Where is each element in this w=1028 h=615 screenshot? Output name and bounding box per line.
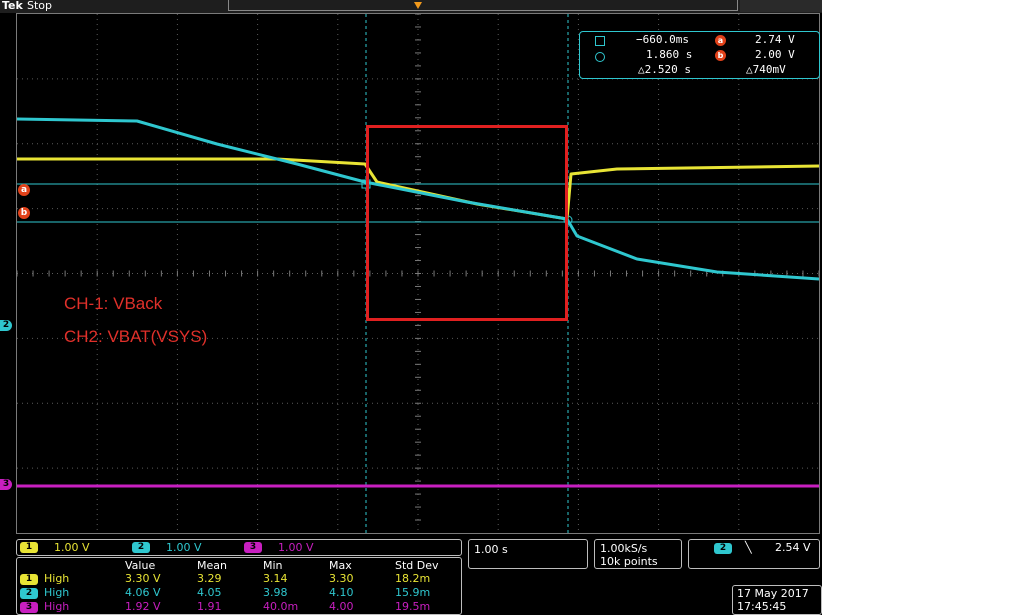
timebase-panel[interactable]: 1.00 s bbox=[468, 539, 588, 569]
cursor-a-time: −660.0ms bbox=[636, 33, 689, 46]
meas-mean: 4.05 bbox=[197, 586, 222, 599]
meas-stddev: 15.9m bbox=[395, 586, 431, 599]
brand-label: Tek bbox=[2, 0, 23, 12]
meas-value: 1.92 V bbox=[125, 600, 161, 613]
record-length: 10k points bbox=[600, 555, 658, 568]
ch2-scale[interactable]: 1.00 V bbox=[166, 541, 202, 554]
measurements-table: Value Mean Min Max Std Dev 1 High 3.30 V… bbox=[16, 557, 462, 615]
cursor-b-badge: b bbox=[715, 50, 726, 61]
meas-value: 4.06 V bbox=[125, 586, 161, 599]
meas-min: 3.14 bbox=[263, 572, 288, 585]
trigger-panel[interactable]: 2 ╲ 2.54 V bbox=[688, 539, 820, 569]
date-label: 17 May 2017 bbox=[737, 587, 809, 600]
cursor-b-time: 1.860 s bbox=[646, 48, 693, 61]
meas-max: 4.00 bbox=[329, 600, 354, 613]
meas-header-max: Max bbox=[329, 559, 352, 572]
datetime-panel: 17 May 2017 17:45:45 bbox=[732, 585, 822, 615]
meas-min: 40.0m bbox=[263, 600, 299, 613]
top-status-bar: Tek Stop bbox=[0, 0, 822, 13]
time-label: 17:45:45 bbox=[737, 600, 787, 613]
cursor-b-circle-icon bbox=[595, 52, 605, 62]
meas-row-badge: 3 bbox=[20, 602, 38, 613]
meas-header-stddev: Std Dev bbox=[395, 559, 439, 572]
meas-mean: 3.29 bbox=[197, 572, 222, 585]
meas-header-min: Min bbox=[263, 559, 283, 572]
delta-volt: △740mV bbox=[746, 63, 786, 76]
highlight-rectangle bbox=[366, 125, 568, 321]
ch2-badge[interactable]: 2 bbox=[132, 542, 150, 553]
meas-mean: 1.91 bbox=[197, 600, 222, 613]
top-right-indicator bbox=[740, 0, 822, 12]
cursor-a-badge: a bbox=[715, 35, 726, 46]
ch2-ground-marker[interactable]: 2 bbox=[0, 320, 12, 331]
meas-header-value: Value bbox=[125, 559, 156, 572]
meas-row-badge: 1 bbox=[20, 574, 38, 585]
trigger-level: 2.54 V bbox=[775, 541, 811, 554]
meas-max: 3.30 bbox=[329, 572, 354, 585]
cursor-readout: −660.0ms a 2.74 V 1.860 s b 2.00 V △2.52… bbox=[579, 31, 820, 79]
sample-rate: 1.00kS/s bbox=[600, 542, 648, 555]
meas-value: 3.30 V bbox=[125, 572, 161, 585]
ch1-scale[interactable]: 1.00 V bbox=[54, 541, 90, 554]
timebase-value: 1.00 s bbox=[474, 543, 508, 556]
meas-row-badge: 2 bbox=[20, 588, 38, 599]
meas-max: 4.10 bbox=[329, 586, 354, 599]
acquisition-panel[interactable]: 1.00kS/s 10k points bbox=[594, 539, 682, 569]
acquisition-status: Stop bbox=[27, 0, 53, 12]
annotation-ch2: CH2: VBAT(VSYS) bbox=[64, 327, 208, 346]
cursor-a-marker[interactable]: a bbox=[18, 184, 30, 196]
meas-name: High bbox=[44, 600, 70, 613]
annotation-ch1: CH-1: VBack bbox=[64, 294, 163, 313]
meas-header-mean: Mean bbox=[197, 559, 227, 572]
falling-edge-icon: ╲ bbox=[745, 541, 752, 554]
cursor-b-marker[interactable]: b bbox=[18, 207, 30, 219]
meas-name: High bbox=[44, 586, 70, 599]
cursor-a-square-icon bbox=[595, 36, 605, 46]
trigger-source-badge: 2 bbox=[714, 543, 732, 554]
ch3-scale[interactable]: 1.00 V bbox=[278, 541, 314, 554]
channel-scale-bar: 1 1.00 V 2 1.00 V 3 1.00 V bbox=[16, 539, 462, 556]
delta-time: △2.520 s bbox=[638, 63, 691, 76]
record-view-bar[interactable] bbox=[228, 0, 738, 11]
bottom-panel: 1 1.00 V 2 1.00 V 3 1.00 V Value Mean Mi… bbox=[0, 537, 822, 615]
meas-stddev: 19.5m bbox=[395, 600, 431, 613]
oscilloscope-screen: Tek Stop a b 2 3 −660.0ms a 2.74 V 1.860… bbox=[0, 0, 822, 615]
ch3-ground-marker[interactable]: 3 bbox=[0, 479, 12, 490]
meas-min: 3.98 bbox=[263, 586, 288, 599]
ch3-badge[interactable]: 3 bbox=[244, 542, 262, 553]
meas-name: High bbox=[44, 572, 70, 585]
ch1-badge[interactable]: 1 bbox=[20, 542, 38, 553]
cursor-a-volt: 2.74 V bbox=[755, 33, 795, 46]
trigger-position-icon[interactable] bbox=[414, 2, 422, 9]
cursor-b-volt: 2.00 V bbox=[755, 48, 795, 61]
meas-stddev: 18.2m bbox=[395, 572, 431, 585]
